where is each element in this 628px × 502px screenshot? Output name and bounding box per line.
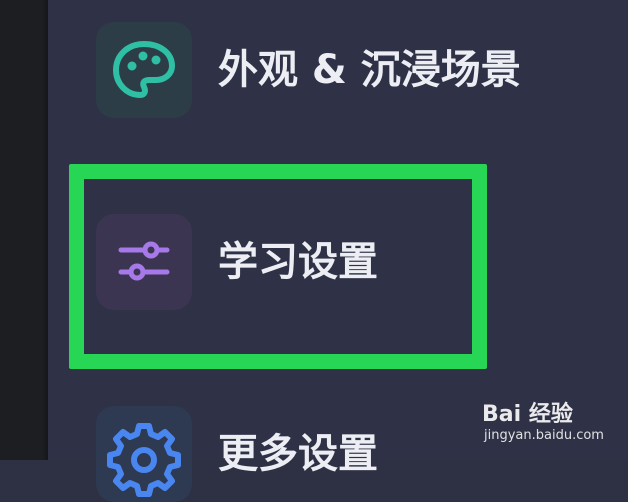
watermark: Bai 经验 jingyan.baidu.com xyxy=(476,392,616,452)
more-settings-icon-tile xyxy=(96,406,192,502)
left-edge-panel xyxy=(0,0,48,460)
menu-item-label: 更多设置 xyxy=(218,431,378,477)
appearance-icon-tile xyxy=(96,22,192,118)
watermark-url: jingyan.baidu.com xyxy=(484,428,604,443)
menu-item-label: 外观 & 沉浸场景 xyxy=(218,47,521,93)
gear-icon xyxy=(107,423,181,497)
watermark-logo: Bai 经验 xyxy=(482,402,573,427)
menu-item-appearance[interactable]: 外观 & 沉浸场景 xyxy=(48,22,628,118)
highlight-annotation-box xyxy=(69,164,487,369)
palette-icon xyxy=(113,41,175,98)
